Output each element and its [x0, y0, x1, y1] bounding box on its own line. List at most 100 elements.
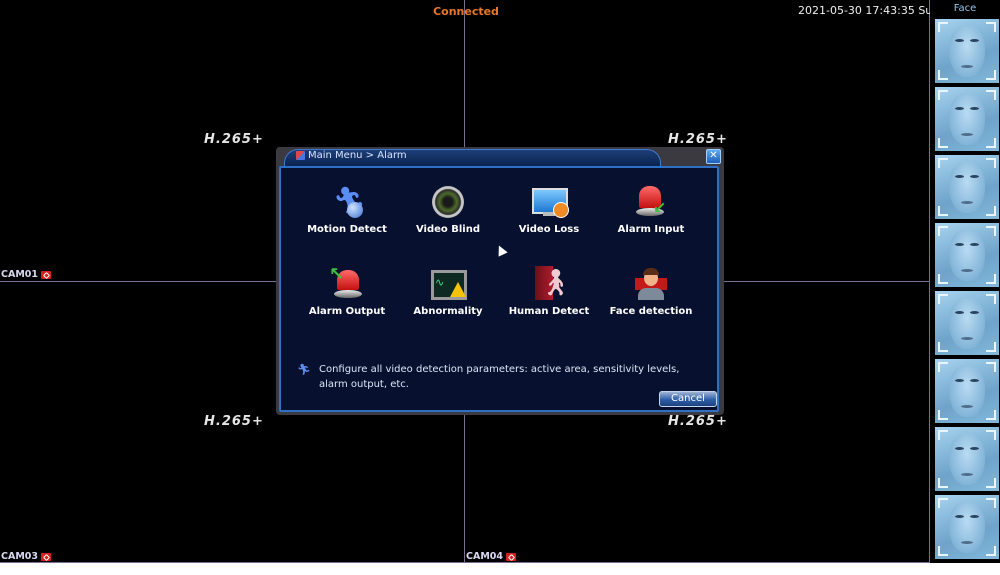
- face-icon: [949, 365, 985, 417]
- frame-corner: [986, 90, 996, 100]
- menu-item-label: Alarm Output: [308, 306, 386, 317]
- eye-mark: [955, 175, 964, 178]
- menu-item-face-detection[interactable]: Face detection: [601, 266, 701, 317]
- face-thumbnail[interactable]: [935, 223, 999, 287]
- frame-corner: [986, 498, 996, 508]
- frame-corner: [986, 410, 996, 420]
- menu-item-motion-detect[interactable]: 🏃︎ Motion Detect: [297, 184, 397, 235]
- datetime-display: 2021-05-30 17:43:35 Sun: [798, 4, 940, 17]
- frame-corner: [938, 22, 948, 32]
- record-icon: [41, 552, 51, 561]
- face-thumbnail[interactable]: [935, 359, 999, 423]
- frame-corner: [986, 478, 996, 488]
- menu-item-human-detect[interactable]: 🚶︎ Human Detect: [499, 266, 599, 317]
- frame-corner: [986, 138, 996, 148]
- menu-item-label: Human Detect: [508, 306, 590, 317]
- face-icon: [949, 297, 985, 349]
- eye-mark: [955, 447, 964, 450]
- frame-corner: [938, 294, 948, 304]
- siren-arrow-in-icon: ↙: [633, 184, 669, 220]
- face-thumbnail[interactable]: [935, 427, 999, 491]
- frame-corner: [938, 138, 948, 148]
- frame-corner: [938, 478, 948, 488]
- record-icon: [41, 270, 51, 279]
- cancel-button[interactable]: Cancel: [659, 391, 717, 407]
- frame-corner: [986, 342, 996, 352]
- eye-mark: [970, 447, 979, 450]
- eye-mark: [970, 515, 979, 518]
- face-icon: [949, 25, 985, 77]
- codec-label-cam03: H.265+: [204, 414, 264, 429]
- frame-corner: [986, 294, 996, 304]
- menu-item-abnormality[interactable]: ∿ Abnormality: [398, 266, 498, 317]
- menu-item-video-loss[interactable]: Video Loss: [499, 184, 599, 235]
- eye-mark: [970, 379, 979, 382]
- close-button[interactable]: ✕: [706, 149, 721, 164]
- eye-mark: [955, 515, 964, 518]
- grid-divider-bottom: [0, 562, 930, 563]
- camera-label-cam03[interactable]: CAM03: [1, 551, 51, 562]
- menu-item-label: Motion Detect: [307, 224, 387, 235]
- record-icon: [506, 552, 516, 561]
- eye-mark: [955, 379, 964, 382]
- menu-item-alarm-output[interactable]: ↖ Alarm Output: [297, 264, 397, 317]
- frame-corner: [986, 226, 996, 236]
- face-thumbnail[interactable]: [935, 19, 999, 83]
- frame-corner: [938, 362, 948, 372]
- frame-corner: [938, 498, 948, 508]
- nvr-screen: Connected 2021-05-30 17:43:35 Sun H.265+…: [0, 0, 1000, 563]
- frame-corner: [938, 410, 948, 420]
- frame-corner: [986, 274, 996, 284]
- person-face-icon: [633, 266, 669, 302]
- description: Configure all video detection parameters…: [318, 364, 680, 390]
- camera-label-cam01[interactable]: CAM01: [1, 269, 51, 280]
- frame-corner: [938, 158, 948, 168]
- dialog-body: 🏃︎ Motion Detect Video Blind Video Loss ↙ Ala…: [279, 166, 719, 412]
- menu-item-video-blind[interactable]: Video Blind: [398, 184, 498, 235]
- breadcrumb: Main Menu > Alarm: [308, 150, 407, 161]
- face-capture-panel: Face: [930, 0, 1000, 563]
- walking-person-icon: 🚶︎: [531, 266, 572, 302]
- face-thumbnail[interactable]: [935, 291, 999, 355]
- frame-corner: [938, 70, 948, 80]
- frame-corner: [938, 430, 948, 440]
- eye-mark: [970, 311, 979, 314]
- menu-item-label: Alarm Input: [617, 224, 685, 235]
- eye-camera-icon: [430, 184, 466, 220]
- monitor-no-signal-icon: [531, 184, 569, 220]
- close-icon: ✕: [709, 150, 718, 161]
- face-icon: [949, 93, 985, 145]
- face-thumbnail[interactable]: [935, 87, 999, 151]
- eye-mark: [970, 175, 979, 178]
- face-thumbnail[interactable]: [935, 155, 999, 219]
- menu-item-label: Video Loss: [518, 224, 580, 235]
- camera-name: CAM03: [1, 551, 38, 562]
- menu-item-label: Face detection: [609, 306, 693, 317]
- frame-corner: [938, 226, 948, 236]
- frame-corner: [938, 206, 948, 216]
- eye-mark: [970, 39, 979, 42]
- frame-corner: [986, 430, 996, 440]
- connection-status: Connected: [433, 5, 499, 18]
- dialog-title: Main Menu > Alarm: [296, 150, 407, 161]
- alarm-menu-dialog: Main Menu > Alarm ✕ 🏃︎ Motion Detect Video…: [276, 147, 724, 415]
- siren-arrow-out-icon: ↖: [329, 264, 365, 302]
- menu-item-label: Video Blind: [415, 224, 481, 235]
- codec-label-cam02: H.265+: [668, 132, 728, 147]
- face-thumbnail[interactable]: [935, 495, 999, 559]
- camera-label-cam04[interactable]: CAM04: [466, 551, 516, 562]
- mouth-mark: [961, 405, 973, 408]
- eye-mark: [970, 243, 979, 246]
- eye-mark: [970, 107, 979, 110]
- frame-corner: [986, 158, 996, 168]
- frame-corner: [938, 90, 948, 100]
- frame-corner: [938, 342, 948, 352]
- mouth-mark: [961, 541, 973, 544]
- face-icon: [949, 161, 985, 213]
- frame-corner: [986, 546, 996, 556]
- face-panel-title: Face: [953, 3, 977, 14]
- menu-icon: [296, 151, 305, 160]
- frame-corner: [938, 274, 948, 284]
- face-icon: [949, 501, 985, 553]
- menu-item-alarm-input[interactable]: ↙ Alarm Input: [601, 184, 701, 235]
